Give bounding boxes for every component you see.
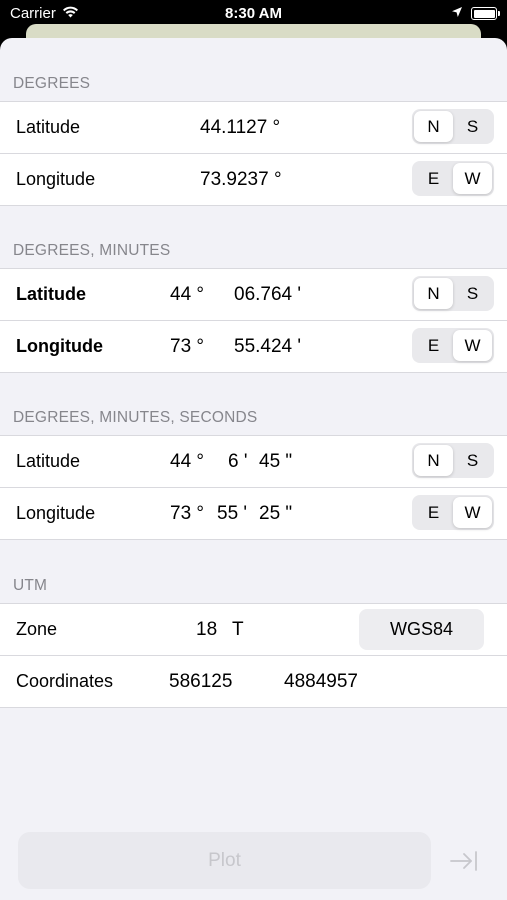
longitude-degrees-field[interactable]: 73 °: [170, 336, 204, 358]
dm-latitude-row: Latitude 44 ° 06.764 ' N S: [0, 269, 507, 320]
section-header-degrees-minutes: DEGREES, MINUTES: [13, 242, 171, 259]
zone-number-field[interactable]: 18: [196, 619, 217, 641]
longitude-degrees-field[interactable]: 73 °: [170, 503, 204, 525]
latitude-seconds-field[interactable]: 45 ": [259, 451, 292, 473]
longitude-decimal-field[interactable]: 73.9237 °: [200, 169, 282, 191]
northing-field[interactable]: 4884957: [284, 671, 358, 693]
hemisphere-w-option[interactable]: W: [453, 163, 492, 194]
longitude-seconds-field[interactable]: 25 ": [259, 503, 292, 525]
hemisphere-w-option[interactable]: W: [453, 330, 492, 361]
zone-band-field[interactable]: T: [232, 619, 244, 641]
zone-label: Zone: [16, 619, 58, 639]
hemisphere-e-option[interactable]: E: [414, 497, 453, 528]
status-time: 8:30 AM: [225, 5, 282, 22]
dms-longitude-row: Longitude 73 ° 55 ' 25 " E W: [0, 487, 507, 539]
utm-zone-row: Zone 18 T WGS84: [0, 604, 507, 655]
latitude-degrees-field[interactable]: 44 °: [170, 451, 204, 473]
battery-icon: [471, 7, 500, 20]
section-header-utm: UTM: [13, 577, 48, 594]
hemisphere-n-option[interactable]: N: [414, 278, 453, 309]
hemisphere-s-option[interactable]: S: [453, 278, 492, 309]
latitude-minutes-field[interactable]: 06.764 ': [234, 284, 301, 306]
hemisphere-n-option[interactable]: N: [414, 111, 453, 142]
hemisphere-ew-control[interactable]: E W: [412, 161, 494, 196]
longitude-label: Longitude: [16, 336, 103, 356]
coordinates-label: Coordinates: [16, 671, 114, 691]
hemisphere-ew-control[interactable]: E W: [412, 328, 494, 363]
hemisphere-e-option[interactable]: E: [414, 330, 453, 361]
longitude-label: Longitude: [16, 503, 96, 523]
easting-field[interactable]: 586125: [169, 671, 232, 693]
hemisphere-s-option[interactable]: S: [453, 445, 492, 476]
hemisphere-ew-control[interactable]: E W: [412, 495, 494, 530]
longitude-minutes-field[interactable]: 55.424 ': [234, 336, 301, 358]
degrees-longitude-row: Longitude 73.9237 ° E W: [0, 153, 507, 205]
utm-coordinates-row: Coordinates 586125 4884957: [0, 655, 507, 707]
location-arrow-icon: [451, 5, 463, 22]
section-header-dms: DEGREES, MINUTES, SECONDS: [13, 409, 258, 426]
latitude-degrees-field[interactable]: 44 °: [170, 284, 204, 306]
coordinate-sheet: DEGREES Latitude 44.1127 ° N S Longitude…: [0, 38, 507, 900]
utm-group: Zone 18 T WGS84 Coordinates 586125 48849…: [0, 603, 507, 708]
dms-latitude-row: Latitude 44 ° 6 ' 45 " N S: [0, 436, 507, 487]
hemisphere-s-option[interactable]: S: [453, 111, 492, 142]
hemisphere-ns-control[interactable]: N S: [412, 443, 494, 478]
latitude-minutes-field[interactable]: 6 ': [228, 451, 247, 473]
degrees-group: Latitude 44.1127 ° N S Longitude 73.9237…: [0, 101, 507, 206]
hemisphere-n-option[interactable]: N: [414, 445, 453, 476]
plot-button[interactable]: Plot: [18, 832, 431, 889]
status-right: [451, 5, 500, 22]
datum-button[interactable]: WGS84: [359, 609, 484, 650]
latitude-decimal-field[interactable]: 44.1127 °: [200, 117, 280, 139]
latitude-label: Latitude: [16, 284, 86, 304]
hemisphere-ns-control[interactable]: N S: [412, 109, 494, 144]
hemisphere-ns-control[interactable]: N S: [412, 276, 494, 311]
dm-longitude-row: Longitude 73 ° 55.424 ' E W: [0, 320, 507, 372]
longitude-minutes-field[interactable]: 55 ': [217, 503, 247, 525]
degrees-latitude-row: Latitude 44.1127 ° N S: [0, 102, 507, 153]
section-header-degrees: DEGREES: [13, 75, 91, 92]
hemisphere-w-option[interactable]: W: [453, 497, 492, 528]
latitude-label: Latitude: [16, 451, 81, 471]
degrees-minutes-group: Latitude 44 ° 06.764 ' N S Longitude 73 …: [0, 268, 507, 373]
arrow-right-to-bar-icon[interactable]: [450, 851, 478, 876]
longitude-label: Longitude: [16, 169, 96, 189]
latitude-label: Latitude: [16, 117, 81, 137]
hemisphere-e-option[interactable]: E: [414, 163, 453, 194]
dms-group: Latitude 44 ° 6 ' 45 " N S Longitude 73 …: [0, 435, 507, 540]
